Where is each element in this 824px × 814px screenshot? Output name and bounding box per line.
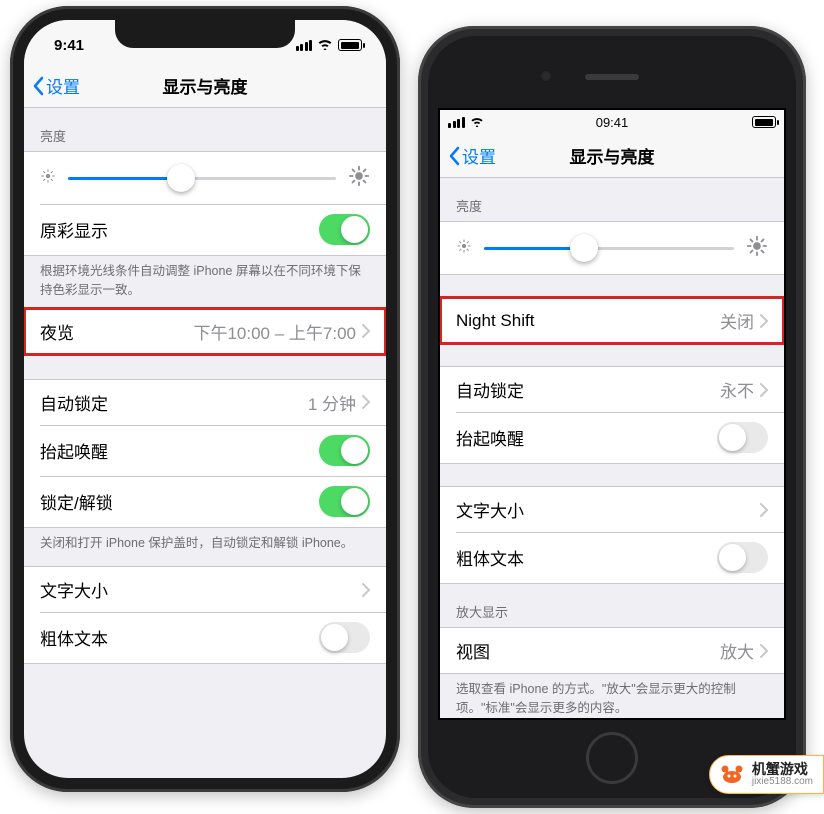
auto-lock-value: 1 分钟: [308, 390, 356, 415]
nav-bar: 设置 显示与亮度: [24, 64, 386, 108]
chevron-right-icon: [760, 503, 768, 517]
battery-icon: [752, 116, 776, 128]
night-shift-value: 关闭: [720, 308, 754, 333]
signal-icon: [296, 40, 313, 51]
raise-to-wake-switch[interactable]: [717, 422, 768, 453]
sun-large-icon: [746, 235, 768, 262]
lock-unlock-row[interactable]: 锁定/解锁: [24, 476, 386, 527]
raise-to-wake-label: 抬起唤醒: [456, 425, 524, 450]
night-shift-row[interactable]: 夜览 下午10:00 – 上午7:00: [24, 309, 386, 354]
zoom-footer: 选取查看 iPhone 的方式。"放大"会显示更大的控制项。"标准"会显示更多的…: [440, 674, 784, 720]
sun-small-icon: [40, 168, 56, 189]
bold-text-label: 粗体文本: [40, 625, 108, 650]
signal-icon: [448, 117, 465, 128]
bold-text-label: 粗体文本: [456, 545, 524, 570]
lock-unlock-switch[interactable]: [319, 486, 370, 517]
night-shift-group: Night Shift 关闭: [440, 297, 784, 344]
status-time: 9:41: [54, 37, 84, 54]
bold-text-switch[interactable]: [319, 622, 370, 653]
chevron-right-icon: [760, 644, 768, 658]
text-size-label: 文字大小: [40, 577, 108, 602]
wifi-icon: [470, 115, 484, 130]
night-shift-row[interactable]: Night Shift 关闭: [440, 298, 784, 343]
chevron-right-icon: [362, 583, 370, 597]
iphone-x-frame: 9:41 设置 显示与亮度 亮度: [10, 6, 400, 792]
auto-lock-label: 自动锁定: [456, 377, 524, 402]
chevron-right-icon: [362, 395, 370, 409]
auto-lock-row[interactable]: 自动锁定 永不: [440, 367, 784, 412]
night-shift-group: 夜览 下午10:00 – 上午7:00: [24, 308, 386, 355]
bold-text-row[interactable]: 粗体文本: [24, 612, 386, 663]
chevron-right-icon: [362, 324, 370, 338]
raise-to-wake-switch[interactable]: [319, 435, 370, 466]
lock-unlock-label: 锁定/解锁: [40, 489, 113, 514]
nav-bar: 设置 显示与亮度: [440, 134, 784, 178]
front-camera: [540, 70, 552, 82]
sun-small-icon: [456, 238, 472, 259]
auto-lock-row[interactable]: 自动锁定 1 分钟: [24, 380, 386, 425]
sun-large-icon: [348, 165, 370, 192]
brightness-slider-row: [440, 222, 784, 274]
back-button[interactable]: 设置: [448, 143, 496, 168]
back-label: 设置: [46, 73, 80, 98]
night-shift-value: 下午10:00 – 上午7:00: [193, 319, 356, 344]
speaker: [585, 74, 639, 80]
settings-content[interactable]: 亮度: [440, 178, 784, 720]
wifi-icon: [317, 37, 333, 54]
watermark: 机蟹游戏 jixie5188.com: [709, 755, 824, 794]
auto-lock-label: 自动锁定: [40, 390, 108, 415]
zoom-label: 视图: [456, 638, 490, 663]
true-tone-switch[interactable]: [319, 214, 370, 245]
chevron-right-icon: [760, 383, 768, 397]
watermark-url: jixie5188.com: [752, 777, 813, 788]
brightness-slider[interactable]: [68, 164, 336, 192]
battery-icon: [338, 39, 362, 51]
notch: [115, 20, 295, 48]
zoom-value: 放大: [720, 638, 754, 663]
status-time: 09:41: [596, 115, 629, 130]
home-button[interactable]: [586, 732, 638, 784]
text-size-row[interactable]: 文字大小: [440, 487, 784, 532]
back-label: 设置: [462, 143, 496, 168]
page-title: 显示与亮度: [163, 73, 248, 98]
text-size-label: 文字大小: [456, 497, 524, 522]
status-bar: 09:41: [440, 110, 784, 134]
auto-lock-value: 永不: [720, 377, 754, 402]
page-title: 显示与亮度: [570, 143, 655, 168]
iphone-x-screen: 9:41 设置 显示与亮度 亮度: [24, 20, 386, 778]
iphone-8-screen: 09:41 设置 显示与亮度 亮度: [438, 108, 786, 720]
bold-text-switch[interactable]: [717, 542, 768, 573]
true-tone-row[interactable]: 原彩显示: [24, 204, 386, 255]
text-size-row[interactable]: 文字大小: [24, 567, 386, 612]
settings-content[interactable]: 亮度: [24, 108, 386, 664]
iphone-8-frame: 09:41 设置 显示与亮度 亮度: [418, 26, 806, 808]
lock-footer: 关闭和打开 iPhone 保护盖时，自动锁定和解锁 iPhone。: [24, 528, 386, 561]
raise-to-wake-row[interactable]: 抬起唤醒: [440, 412, 784, 463]
crab-icon: [718, 762, 746, 786]
raise-to-wake-row[interactable]: 抬起唤醒: [24, 425, 386, 476]
zoom-row[interactable]: 视图 放大: [440, 628, 784, 673]
back-button[interactable]: 设置: [32, 73, 80, 98]
bold-text-row[interactable]: 粗体文本: [440, 532, 784, 583]
night-shift-label: 夜览: [40, 319, 74, 344]
chevron-right-icon: [760, 314, 768, 328]
raise-to-wake-label: 抬起唤醒: [40, 438, 108, 463]
brightness-slider[interactable]: [484, 234, 734, 262]
zoom-header: 放大显示: [440, 584, 784, 627]
brightness-header: 亮度: [440, 178, 784, 221]
watermark-title: 机蟹游戏: [752, 762, 813, 777]
status-right: [296, 37, 363, 54]
brightness-header: 亮度: [24, 108, 386, 151]
true-tone-footer: 根据环境光线条件自动调整 iPhone 屏幕以在不同环境下保持色彩显示一致。: [24, 256, 386, 308]
brightness-slider-row: [24, 152, 386, 204]
night-shift-label: Night Shift: [456, 311, 534, 331]
true-tone-label: 原彩显示: [40, 217, 108, 242]
